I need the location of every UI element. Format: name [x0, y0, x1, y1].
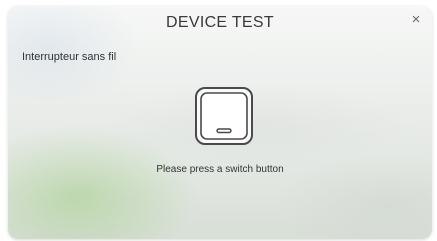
wall-switch-icon [195, 87, 253, 145]
instruction-text: Please press a switch button [156, 164, 284, 175]
close-icon[interactable]: × [408, 12, 424, 28]
device-test-dialog: DEVICE TEST × Interrupteur sans fil Plea… [8, 6, 432, 239]
dialog-title: DEVICE TEST [166, 14, 274, 31]
device-name-label: Interrupteur sans fil [22, 51, 117, 63]
